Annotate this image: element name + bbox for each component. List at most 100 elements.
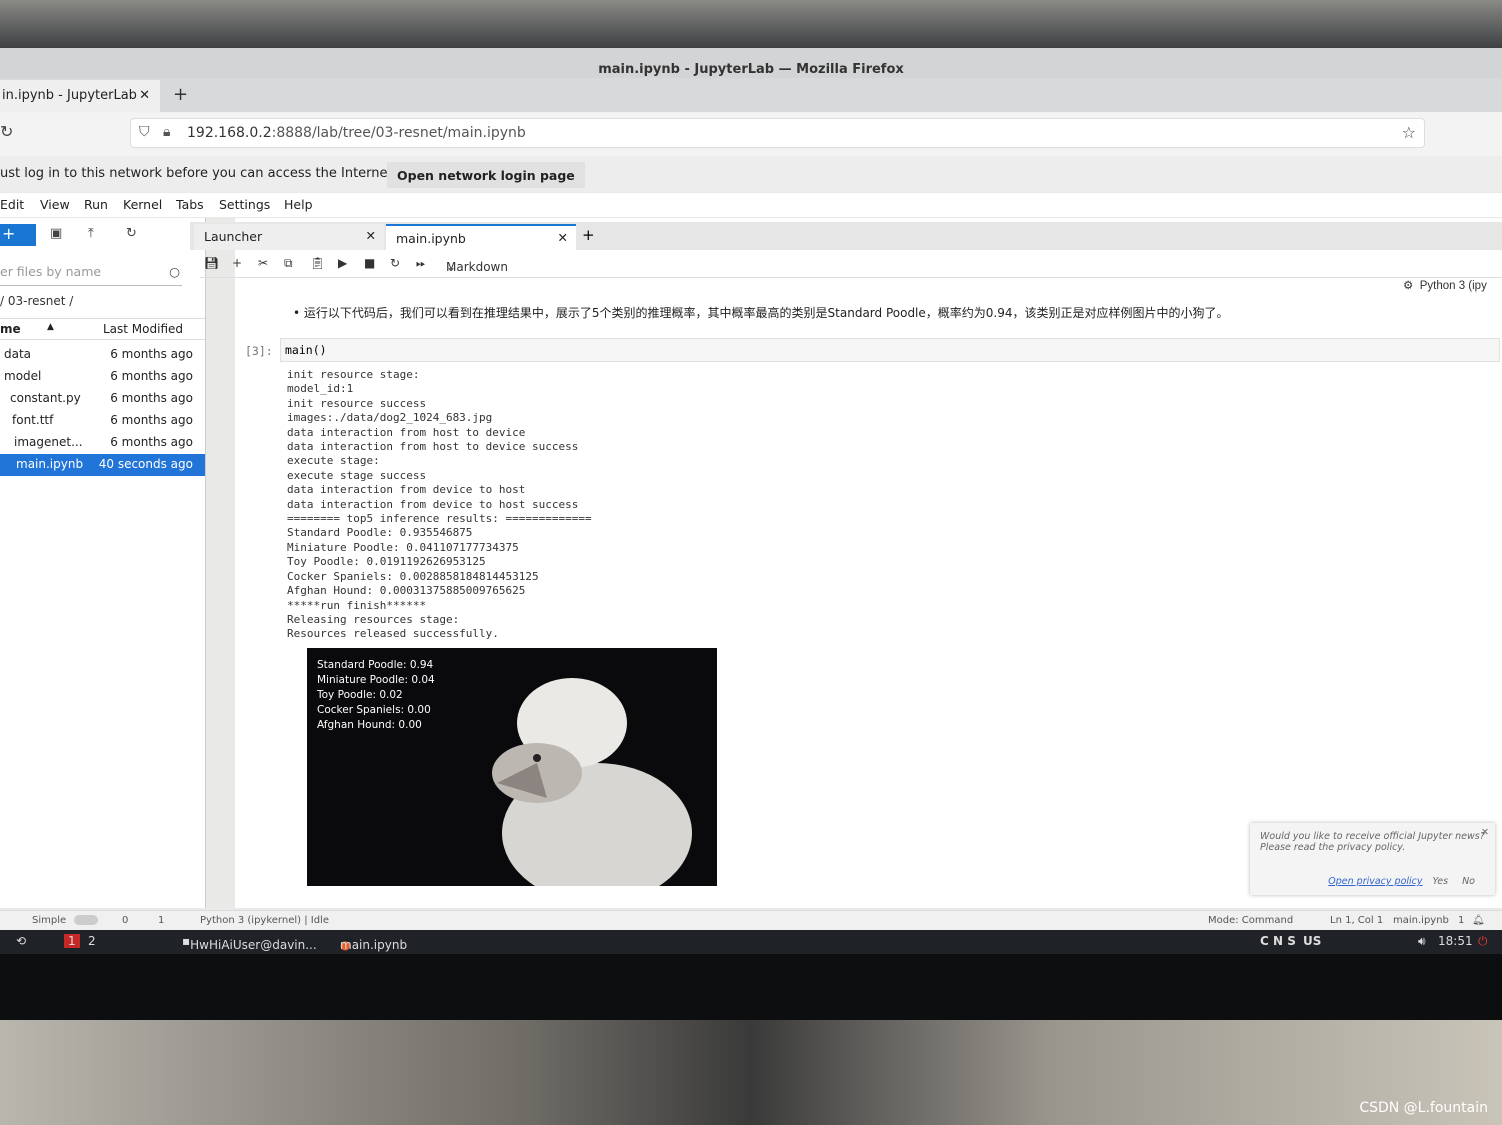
image-label: Standard Poodle: 0.94 xyxy=(317,659,434,671)
upload-icon[interactable]: ⤒ xyxy=(88,226,94,241)
code-cell-input[interactable]: main() xyxy=(280,338,1500,362)
network-notice: ust log in to this network before you ca… xyxy=(0,156,1502,192)
notification-count: 1 xyxy=(1458,915,1465,926)
add-tab-button[interactable]: + xyxy=(582,226,595,244)
menu-tabs[interactable]: Tabs xyxy=(176,197,204,212)
close-icon[interactable]: ✕ xyxy=(1481,827,1489,838)
output-line: model_id:1 xyxy=(287,382,354,396)
workspace-1[interactable]: 1 xyxy=(64,934,80,948)
run-all-icon[interactable]: ⏩︎ xyxy=(416,256,426,271)
tab-main-ipynb[interactable]: main.ipynb ✕ xyxy=(386,224,576,250)
menu-kernel[interactable]: Kernel xyxy=(123,197,162,212)
news-notification: Would you like to receive official Jupyt… xyxy=(1250,823,1495,895)
kernel-status[interactable]: Python 3 (ipykernel) | Idle xyxy=(200,915,329,926)
file-modified: 6 months ago xyxy=(110,391,193,405)
star-icon[interactable]: ☆ xyxy=(1402,123,1416,142)
shield-icon: ⛉ xyxy=(139,124,150,140)
toast-text: Please read the privacy policy. xyxy=(1260,842,1406,853)
status-file: main.ipynb xyxy=(1393,915,1449,926)
document-tabs: Launcher ✕ main.ipynb ✕ + xyxy=(190,222,1502,250)
simple-mode-label: Simple xyxy=(32,915,67,926)
output-line: init resource success xyxy=(287,396,427,410)
close-icon[interactable]: ✕ xyxy=(558,230,568,245)
menu-help[interactable]: Help xyxy=(284,197,313,212)
file-row[interactable]: font.ttf 6 months ago xyxy=(0,410,205,432)
cut-icon[interactable]: ✂ xyxy=(258,256,268,270)
menu-run[interactable]: Run xyxy=(84,197,108,212)
output-line: Afghan Hound: 0.00031375885009765625 xyxy=(287,584,526,598)
clock: 18:51 xyxy=(1438,934,1473,948)
power-icon[interactable]: ⏻ xyxy=(1478,934,1488,949)
url-bar[interactable]: ⛉ 🔒︎ 192.168.0.2:8888/lab/tree/03-resnet… xyxy=(130,118,1425,148)
output-line: Cocker Spaniels: 0.0028858184814453125 xyxy=(287,569,539,583)
terminal-task[interactable]: ▪ HwHiAiUser@davin... xyxy=(182,934,317,952)
search-icon: ○ xyxy=(169,264,180,279)
markdown-text: 运行以下代码后，我们可以看到在推理结果中，展示了5个类别的推理概率，其中概率最高… xyxy=(303,306,1229,320)
paste-icon[interactable]: 📋︎ xyxy=(310,256,325,270)
file-name: data xyxy=(4,347,32,361)
run-icon[interactable]: ▶ xyxy=(338,256,347,270)
add-cell-icon[interactable]: + xyxy=(232,256,242,270)
browser-tabbar: in.ipynb - JupyterLab ✕ + xyxy=(0,78,1502,112)
stop-icon[interactable]: ■ xyxy=(364,256,375,270)
menu-icon[interactable]: ⟲ xyxy=(16,934,26,948)
tab-label: main.ipynb xyxy=(396,231,466,246)
yes-button[interactable]: Yes xyxy=(1433,876,1449,887)
column-name[interactable]: me xyxy=(0,322,21,336)
menu-view[interactable]: View xyxy=(40,197,70,212)
file-row[interactable]: data 6 months ago xyxy=(0,344,205,366)
status-bar: Simple 0 1 Python 3 (ipykernel) | Idle M… xyxy=(0,910,1502,930)
file-name: model xyxy=(4,369,42,383)
image-label: Cocker Spaniels: 0.00 xyxy=(317,704,431,716)
notebook-mode: Mode: Command xyxy=(1208,915,1294,926)
save-icon[interactable]: 💾︎ xyxy=(204,256,219,270)
monitor-bezel-bottom xyxy=(0,954,1502,1020)
new-tab-button[interactable]: + xyxy=(173,84,188,105)
screen: main.ipynb - JupyterLab — Mozilla Firefo… xyxy=(0,48,1502,953)
filter-input[interactable]: er files by name ○ xyxy=(0,260,182,286)
volume-icon[interactable]: 🔊︎ xyxy=(1418,934,1426,949)
close-icon[interactable]: ✕ xyxy=(366,228,376,243)
new-launcher-button[interactable]: + xyxy=(0,224,36,246)
file-row[interactable]: imagenet... 6 months ago xyxy=(0,432,205,454)
privacy-policy-link[interactable]: Open privacy policy xyxy=(1328,876,1422,887)
menu-settings[interactable]: Settings xyxy=(219,197,270,212)
column-last-modified[interactable]: Last Modified xyxy=(103,322,183,336)
image-labels: Standard Poodle: 0.94 Miniature Poodle: … xyxy=(317,658,435,733)
window-title: main.ipynb - JupyterLab — Mozilla Firefo… xyxy=(0,48,1502,80)
image-label: Afghan Hound: 0.00 xyxy=(317,719,422,731)
menu-edit[interactable]: Edit xyxy=(0,197,24,212)
kernel-indicator[interactable]: ⚙ Python 3 (ipy xyxy=(1403,278,1487,292)
gear-icon: ⚙ xyxy=(1403,280,1414,292)
notebook-area: Launcher ✕ main.ipynb ✕ + 💾︎ + ✂ ⧉ 📋︎ ▶ ■ … xyxy=(190,218,1502,908)
bell-icon[interactable]: 🔔︎ xyxy=(1472,915,1485,926)
copy-icon[interactable]: ⧉ xyxy=(284,256,293,271)
cell-output: init resource stage: model_id:1 init resou… xyxy=(287,368,592,642)
reload-icon[interactable]: ↻ xyxy=(0,122,13,141)
simple-mode-toggle[interactable] xyxy=(74,915,98,925)
file-row[interactable]: constant.py 6 months ago xyxy=(0,388,205,410)
browser-tab[interactable]: in.ipynb - JupyterLab ✕ xyxy=(0,80,160,112)
tab-launcher[interactable]: Launcher ✕ xyxy=(194,224,384,250)
file-row-selected[interactable]: main.ipynb 40 seconds ago xyxy=(0,454,205,476)
close-icon[interactable]: ✕ xyxy=(139,88,150,103)
keyboard-layout[interactable]: US xyxy=(1303,934,1321,948)
file-modified: 40 seconds ago xyxy=(98,457,193,471)
open-login-page-button[interactable]: Open network login page xyxy=(387,162,585,188)
cursor-position: Ln 1, Col 1 xyxy=(1330,915,1384,926)
ime-indicator[interactable]: C N S xyxy=(1260,934,1296,948)
output-line: ======== top5 inference results: =======… xyxy=(287,512,592,526)
new-folder-icon[interactable]: ▣ xyxy=(50,226,62,241)
filter-placeholder: er files by name xyxy=(0,264,102,279)
file-name: main.ipynb xyxy=(16,457,84,471)
file-row[interactable]: model 6 months ago xyxy=(0,366,205,388)
breadcrumb[interactable]: / 03-resnet / xyxy=(0,294,73,308)
restart-icon[interactable]: ↻ xyxy=(390,256,400,270)
refresh-icon[interactable]: ↻ xyxy=(126,226,137,241)
no-button[interactable]: No xyxy=(1462,876,1475,887)
output-line: Toy Poodle: 0.0191192626953125 xyxy=(287,555,486,569)
file-list-header: me ▲ Last Modified xyxy=(0,318,205,340)
desk-background xyxy=(0,1020,1502,1125)
url-host: 192.168.0.2 xyxy=(187,125,272,141)
workspace-2[interactable]: 2 xyxy=(88,934,96,948)
